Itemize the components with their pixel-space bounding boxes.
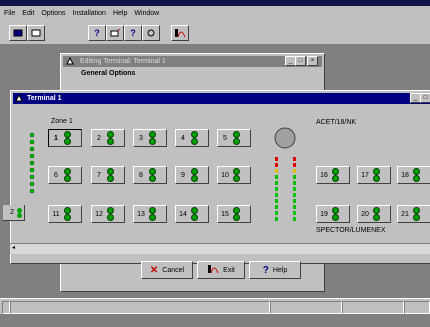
zone-partial-left[interactable]: 2 xyxy=(3,205,25,221)
zone-spinner-icon[interactable] xyxy=(17,207,22,218)
zone-spinner-icon[interactable] xyxy=(190,131,198,145)
zone-spinner-icon[interactable] xyxy=(106,131,114,145)
exit-button[interactable]: Exit xyxy=(197,261,245,279)
edit-dialog-title: Editing Terminal: Terminal 1 xyxy=(80,58,166,65)
zone-13[interactable]: 13 xyxy=(133,205,167,223)
cancel-button[interactable]: ✕ Cancel xyxy=(141,261,193,279)
zone-16[interactable]: 16 xyxy=(316,166,350,184)
zone-spinner-icon[interactable] xyxy=(106,207,114,221)
app-icon xyxy=(66,56,74,67)
zone-9[interactable]: 9 xyxy=(175,166,209,184)
lumenex-icon[interactable] xyxy=(171,25,189,41)
zone-spinner-icon[interactable] xyxy=(331,207,339,221)
zone-spinner-icon[interactable] xyxy=(331,168,339,182)
zone-11[interactable]: 11 xyxy=(48,205,82,223)
terminal-titlebar: Terminal 1 xyxy=(13,93,430,104)
zone-4[interactable]: 4 xyxy=(175,129,209,147)
list-icon[interactable] xyxy=(27,25,45,41)
menu-bar: File Edit Options Installation Help Wind… xyxy=(0,6,430,20)
zone-15[interactable]: 15 xyxy=(217,205,251,223)
help-icon[interactable]: ? xyxy=(88,25,106,41)
zone-spinner-icon[interactable] xyxy=(148,168,156,182)
maximize-icon[interactable]: □ xyxy=(420,93,430,103)
menu-window[interactable]: Window xyxy=(134,10,159,17)
zone-spinner-icon[interactable] xyxy=(412,168,420,182)
zone-10[interactable]: 10 xyxy=(217,166,251,184)
status-section xyxy=(10,301,270,314)
zone-header: Zone 1 xyxy=(51,118,73,125)
scroll-left-icon[interactable]: ◂ xyxy=(12,245,20,252)
led-chain xyxy=(29,132,35,202)
menu-options[interactable]: Options xyxy=(41,10,65,17)
image-icon[interactable] xyxy=(106,25,124,41)
zone-18[interactable]: 18 xyxy=(397,166,430,184)
zone-5[interactable]: 5 xyxy=(217,129,251,147)
model-label: ACET/18/NK xyxy=(316,119,357,126)
zone-17[interactable]: 17 xyxy=(357,166,391,184)
menu-installation[interactable]: Installation xyxy=(72,10,105,17)
brand-label: SPECTOR/LUMENEX xyxy=(316,227,386,234)
horizontal-scrollbar[interactable]: ◂ xyxy=(10,243,430,254)
level-meter-right xyxy=(293,157,297,227)
toolbar: ? ? xyxy=(0,20,430,45)
zone-spinner-icon[interactable] xyxy=(232,131,240,145)
help-button[interactable]: ? Help xyxy=(249,261,301,279)
status-bar xyxy=(0,298,430,314)
zone-8[interactable]: 8 xyxy=(133,166,167,184)
close-icon[interactable]: × xyxy=(307,56,318,66)
zone-spinner-icon[interactable] xyxy=(63,131,71,145)
zone-19[interactable]: 19 xyxy=(316,205,350,223)
zone-3[interactable]: 3 xyxy=(133,129,167,147)
clock-icon[interactable] xyxy=(142,25,160,41)
maximize-icon[interactable]: □ xyxy=(295,56,306,66)
zone-7[interactable]: 7 xyxy=(91,166,125,184)
zone-spinner-icon[interactable] xyxy=(232,207,240,221)
zone-spinner-icon[interactable] xyxy=(190,207,198,221)
terminal-title: Terminal 1 xyxy=(27,95,62,102)
menu-file[interactable]: File xyxy=(4,10,15,17)
terminal-window: Terminal 1 _ □ Zone 1 ACET/18/NK 1 2 3 4 xyxy=(3,90,430,264)
app-icon xyxy=(15,93,23,104)
zone-14[interactable]: 14 xyxy=(175,205,209,223)
status-section xyxy=(342,301,404,314)
zone-21[interactable]: 21 xyxy=(397,205,430,223)
menu-edit[interactable]: Edit xyxy=(22,10,34,17)
zone-spinner-icon[interactable] xyxy=(63,168,71,182)
status-section xyxy=(270,301,342,314)
zone-1[interactable]: 1 xyxy=(48,129,82,147)
cancel-x-icon: ✕ xyxy=(149,264,159,276)
level-meter-left xyxy=(275,157,279,227)
status-section xyxy=(2,301,10,314)
zone-spinner-icon[interactable] xyxy=(372,207,380,221)
zone-spinner-icon[interactable] xyxy=(63,207,71,221)
status-section xyxy=(404,301,430,314)
master-knob[interactable] xyxy=(273,126,297,152)
zone-spinner-icon[interactable] xyxy=(106,168,114,182)
menu-help[interactable]: Help xyxy=(113,10,127,17)
edit-dialog-titlebar: Editing Terminal: Terminal 1 xyxy=(63,56,322,67)
zone-6[interactable]: 6 xyxy=(48,166,82,184)
zone-spinner-icon[interactable] xyxy=(232,168,240,182)
zone-20[interactable]: 20 xyxy=(357,205,391,223)
zone-2[interactable]: 2 xyxy=(91,129,125,147)
panel-icon[interactable] xyxy=(9,25,27,41)
exit-icon xyxy=(207,264,219,276)
install-icon[interactable]: ? xyxy=(124,25,142,41)
general-options-label: General Options xyxy=(81,70,136,77)
zone-spinner-icon[interactable] xyxy=(148,131,156,145)
zone-spinner-icon[interactable] xyxy=(190,168,198,182)
help-icon: ? xyxy=(262,264,269,276)
zone-12[interactable]: 12 xyxy=(91,205,125,223)
zone-spinner-icon[interactable] xyxy=(412,207,420,221)
zone-spinner-icon[interactable] xyxy=(372,168,380,182)
zone-spinner-icon[interactable] xyxy=(148,207,156,221)
